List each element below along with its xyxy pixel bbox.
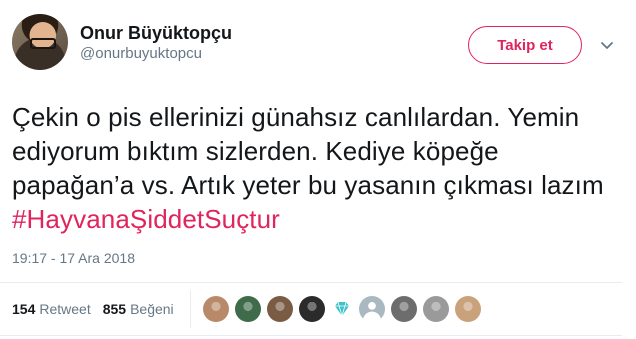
- diamond-icon[interactable]: [331, 298, 353, 320]
- retweet-count: 154: [12, 301, 36, 317]
- tweet-header: Onur Büyüktopçu @onurbuyuktopcu Takip et: [12, 12, 622, 72]
- divider: [0, 335, 622, 336]
- user-handle[interactable]: @onurbuyuktopcu: [80, 44, 232, 64]
- liker-avatar[interactable]: [234, 296, 261, 322]
- tweet-body: Çekin o pis ellerinizi günahsız canlılar…: [12, 102, 604, 200]
- liker-avatar[interactable]: [202, 296, 229, 322]
- default-avatar-icon[interactable]: [358, 296, 385, 322]
- retweet-label: Retweet: [39, 301, 91, 317]
- like-label: Beğeni: [130, 301, 174, 317]
- hashtag-link[interactable]: #HayvanaŞiddetSuçtur: [12, 204, 280, 234]
- tweet-stats: 154 Retweet 855 Beğeni: [12, 283, 622, 335]
- chevron-down-icon[interactable]: [600, 38, 614, 52]
- liker-avatar[interactable]: [266, 296, 293, 322]
- tweet-timestamp[interactable]: 19:17 - 17 Ara 2018: [12, 250, 622, 268]
- liker-avatar[interactable]: [298, 296, 325, 322]
- liker-avatar[interactable]: [390, 296, 417, 322]
- liker-avatar[interactable]: [454, 296, 481, 322]
- likers-list: [202, 296, 481, 322]
- user-names[interactable]: Onur Büyüktopçu @onurbuyuktopcu: [80, 22, 232, 64]
- like-stat[interactable]: 855 Beğeni: [103, 301, 174, 317]
- liker-avatar[interactable]: [422, 296, 449, 322]
- stats-separator: [189, 290, 191, 328]
- retweet-stat[interactable]: 154 Retweet: [12, 301, 91, 317]
- tweet-card: Onur Büyüktopçu @onurbuyuktopcu Takip et…: [0, 0, 636, 339]
- display-name[interactable]: Onur Büyüktopçu: [80, 22, 232, 44]
- avatar[interactable]: [12, 14, 68, 70]
- tweet-text: Çekin o pis ellerinizi günahsız canlılar…: [12, 100, 622, 236]
- follow-button[interactable]: Takip et: [468, 26, 582, 64]
- like-count: 855: [102, 301, 127, 317]
